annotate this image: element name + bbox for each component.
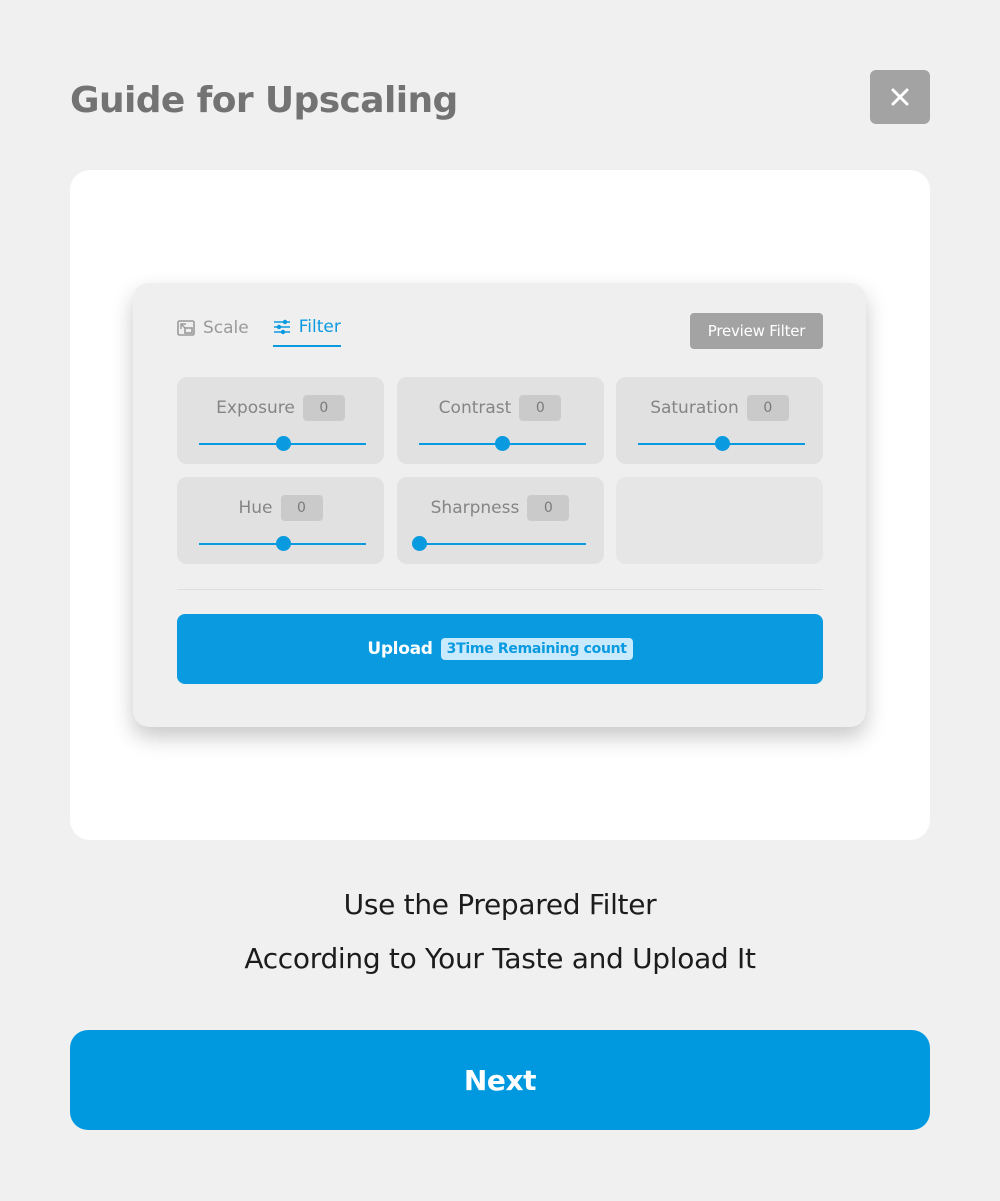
upload-label: Upload (367, 639, 433, 659)
control-value-badge: 0 (746, 395, 789, 421)
empty-control-slot (616, 477, 823, 564)
page-title: Guide for Upscaling (70, 80, 458, 121)
saturation-control: Saturation 0 (616, 377, 823, 464)
upscaling-guide-page: Guide for Upscaling Scale Filter Preview… (0, 0, 1000, 1201)
exposure-slider[interactable] (199, 436, 366, 451)
control-value-badge: 0 (302, 395, 345, 421)
close-button[interactable] (870, 70, 930, 124)
upload-button[interactable]: Upload 3Time Remaining count (177, 614, 823, 684)
saturation-slider[interactable] (638, 436, 805, 451)
exposure-control: Exposure 0 (177, 377, 384, 464)
caption-line-2: According to Your Taste and Upload It (244, 942, 756, 975)
control-label: Contrast (438, 398, 512, 418)
slider-thumb[interactable] (275, 436, 291, 451)
remaining-count-badge: 3Time Remaining count (440, 638, 633, 660)
guide-illustration-card: Scale Filter Preview Filter Exposure 0 C… (70, 170, 930, 840)
control-label: Exposure (216, 398, 295, 418)
slider-thumb[interactable] (411, 536, 427, 551)
caption-line-1: Use the Prepared Filter (343, 888, 657, 921)
slider-thumb[interactable] (714, 436, 730, 451)
control-label: Sharpness (430, 498, 520, 518)
control-value-badge: 0 (280, 495, 323, 521)
close-icon (891, 88, 909, 106)
tab-scale-label: Scale (203, 318, 249, 338)
control-value-badge: 0 (527, 495, 570, 521)
preview-filter-button[interactable]: Preview Filter (690, 313, 823, 349)
filter-controls-grid: Exposure 0 Contrast 0 Saturation 0 Hue 0… (177, 377, 823, 564)
tab-scale[interactable]: Scale (177, 313, 249, 343)
slider-thumb[interactable] (275, 536, 291, 551)
slider-thumb[interactable] (495, 436, 510, 451)
control-label: Hue (238, 498, 273, 518)
sharpness-control: Sharpness 0 (396, 477, 604, 564)
control-value-badge: 0 (519, 395, 562, 421)
next-button[interactable]: Next (70, 1030, 930, 1130)
contrast-slider[interactable] (418, 436, 586, 451)
filter-panel-preview: Scale Filter Preview Filter Exposure 0 C… (133, 283, 866, 727)
image-scale-icon (177, 320, 195, 336)
divider (177, 589, 823, 590)
panel-tabs: Scale Filter (177, 313, 341, 347)
tab-filter-label: Filter (298, 317, 341, 337)
hue-slider[interactable] (199, 536, 366, 551)
contrast-control: Contrast 0 (396, 377, 604, 464)
sliders-icon (273, 319, 290, 335)
control-label: Saturation (650, 398, 739, 418)
hue-control: Hue 0 (177, 477, 384, 564)
sharpness-slider[interactable] (411, 536, 586, 551)
tab-filter[interactable]: Filter (272, 313, 341, 347)
